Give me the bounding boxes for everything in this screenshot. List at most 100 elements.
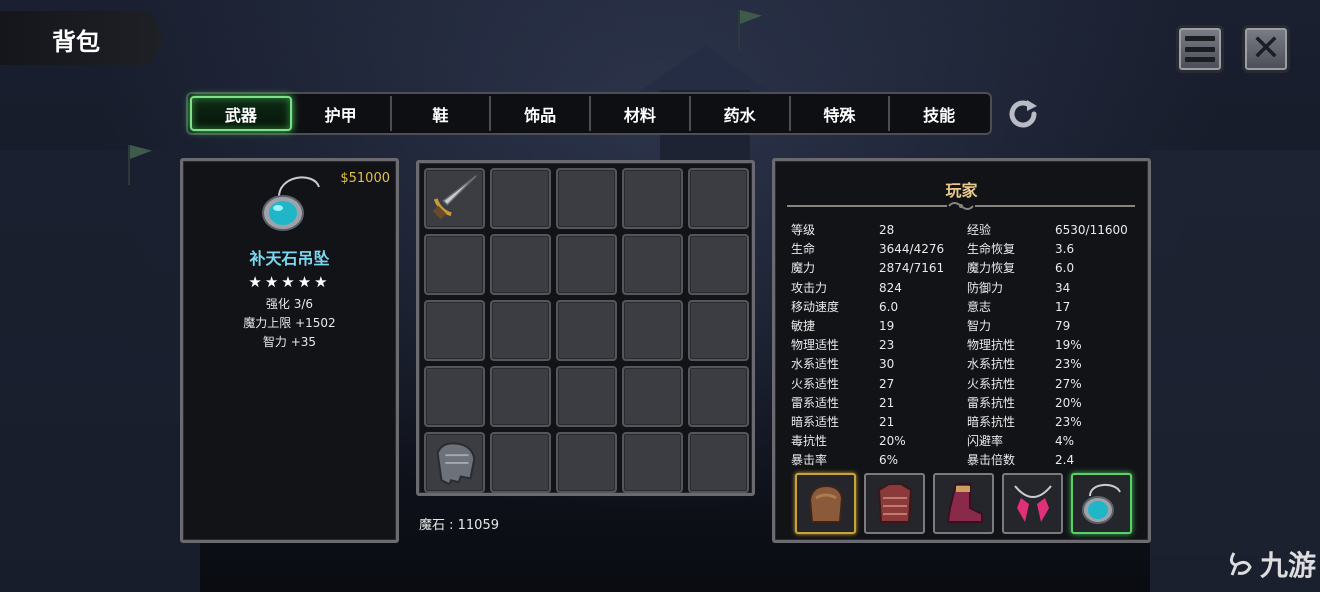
inventory-slot[interactable]	[490, 168, 551, 229]
inventory-slot[interactable]	[622, 300, 683, 361]
flag-pole	[738, 10, 740, 50]
stat-label: 移动速度	[791, 299, 840, 314]
inventory-slot[interactable]	[622, 432, 683, 493]
stat-value: 6530/11600	[1055, 223, 1128, 237]
stat-label: 毒抗性	[791, 434, 828, 449]
equip-slot-gloves[interactable]	[795, 473, 856, 534]
armor-equip-icon	[877, 482, 912, 523]
inventory-slot[interactable]	[556, 432, 617, 493]
stat-label: 魔力	[791, 261, 816, 276]
equip-slot-necklace[interactable]	[1002, 473, 1063, 534]
stat-value: 2.4	[1055, 453, 1075, 468]
stat-label: 雷系抗性	[967, 395, 1016, 410]
close-x-icon: ✕	[1250, 28, 1282, 69]
menu-button[interactable]	[1176, 25, 1224, 73]
stat-label: 暗系适性	[791, 415, 840, 430]
inventory-slot[interactable]	[556, 234, 617, 295]
inventory-slot[interactable]	[556, 168, 617, 229]
stat-value: 20%	[1055, 395, 1082, 410]
item-detail-panel: $51000 补天石吊坠 ★★★★★ 强化 3/6 魔力上限 +1502 智力 …	[180, 158, 399, 543]
inventory-slot[interactable]	[688, 168, 749, 229]
ornament-icon	[948, 202, 974, 210]
inventory-slot[interactable]	[622, 168, 683, 229]
category-tabs: 武器 护甲 鞋 饰品 材料 药水 特殊 技能	[186, 92, 992, 135]
stat-label: 智力	[967, 319, 992, 334]
inventory-slot[interactable]	[556, 366, 617, 427]
inventory-slot[interactable]	[688, 234, 749, 295]
stat-value: 30	[879, 357, 895, 372]
equip-slot-pendant[interactable]	[1071, 473, 1132, 534]
item-stat-line: 魔力上限 +1502	[243, 316, 336, 330]
inventory-slot[interactable]	[622, 234, 683, 295]
equipped-items	[795, 473, 1132, 534]
stat-value: 23%	[1055, 415, 1082, 430]
pink-necklace-equip-icon	[1013, 484, 1052, 522]
stat-label: 暴击率	[791, 453, 828, 468]
tab-special[interactable]: 特殊	[791, 96, 891, 131]
stat-value: 2874/7161	[879, 261, 945, 276]
stat-value: 27%	[1055, 376, 1082, 391]
turquoise-pendant-equip-icon	[1081, 483, 1121, 524]
stat-value: 21	[879, 395, 895, 410]
stat-label: 生命	[791, 242, 816, 257]
inventory-slot[interactable]	[688, 432, 749, 493]
stat-label: 火系适性	[791, 376, 840, 391]
stat-value: 28	[879, 223, 895, 237]
tab-materials[interactable]: 材料	[591, 96, 691, 131]
inventory-slot[interactable]	[424, 366, 485, 427]
player-title: 玩家	[945, 181, 978, 200]
watermark-icon	[1229, 552, 1252, 576]
stat-value: 824	[879, 280, 902, 295]
stat-value: 6.0	[879, 299, 899, 314]
inventory-slot[interactable]	[490, 234, 551, 295]
stat-label: 物理适性	[791, 338, 840, 353]
tab-shoes[interactable]: 鞋	[392, 96, 492, 131]
inventory-slot[interactable]	[424, 432, 485, 493]
stat-label: 水系适性	[791, 357, 840, 372]
stat-label: 防御力	[967, 280, 1004, 295]
tab-armor[interactable]: 护甲	[292, 96, 392, 131]
inventory-slot[interactable]	[424, 168, 485, 229]
stat-value: 23%	[1055, 357, 1082, 372]
stat-value: 3644/4276	[879, 242, 945, 257]
refresh-button[interactable]	[1004, 95, 1042, 133]
stat-value: 20%	[879, 434, 906, 449]
stat-label: 暴击倍数	[967, 453, 1016, 468]
turquoise-pendant-icon	[262, 176, 320, 231]
tab-skills[interactable]: 技能	[890, 96, 988, 131]
item-name: 补天石吊坠	[249, 249, 330, 268]
hamburger-menu-icon	[1185, 36, 1215, 62]
inventory-slot[interactable]	[490, 300, 551, 361]
inventory-slot[interactable]	[688, 300, 749, 361]
stat-value: 23	[879, 338, 895, 353]
inventory-slot[interactable]	[424, 300, 485, 361]
tab-accessories[interactable]: 饰品	[491, 96, 591, 131]
stat-label: 物理抗性	[967, 338, 1016, 353]
watermark-text: 九游	[1260, 549, 1317, 582]
castle-roof	[635, 45, 775, 95]
tab-weapons[interactable]: 武器	[190, 96, 292, 131]
inventory-slot[interactable]	[556, 300, 617, 361]
tab-potions[interactable]: 药水	[691, 96, 791, 131]
stat-label: 魔力恢复	[967, 261, 1016, 276]
item-stat-line: 智力 +35	[262, 335, 317, 349]
inventory-slot[interactable]	[490, 366, 551, 427]
inventory-slot[interactable]	[490, 432, 551, 493]
inventory-slot[interactable]	[424, 234, 485, 295]
inventory-panel	[416, 160, 755, 496]
equip-slot-armor[interactable]	[864, 473, 925, 534]
divider	[787, 205, 947, 207]
item-price: $51000	[340, 171, 390, 186]
magic-stone-count: 魔石 : 11059	[419, 518, 499, 533]
sword-icon	[428, 170, 482, 228]
stat-label: 火系抗性	[967, 376, 1016, 391]
stat-label: 雷系适性	[791, 395, 840, 410]
inventory-slot[interactable]	[688, 366, 749, 427]
inventory-slot[interactable]	[622, 366, 683, 427]
player-stats-panel: 玩家 等级 28 经验 6530/11600 生命 3644/4276 生命恢复 3.6 魔力 2…	[772, 158, 1151, 543]
stat-value: 4%	[1055, 434, 1075, 449]
close-button[interactable]: ✕	[1242, 25, 1290, 73]
equip-slot-boots[interactable]	[933, 473, 994, 534]
stat-value: 6.0	[1055, 261, 1075, 276]
stat-value: 34	[1055, 280, 1071, 295]
